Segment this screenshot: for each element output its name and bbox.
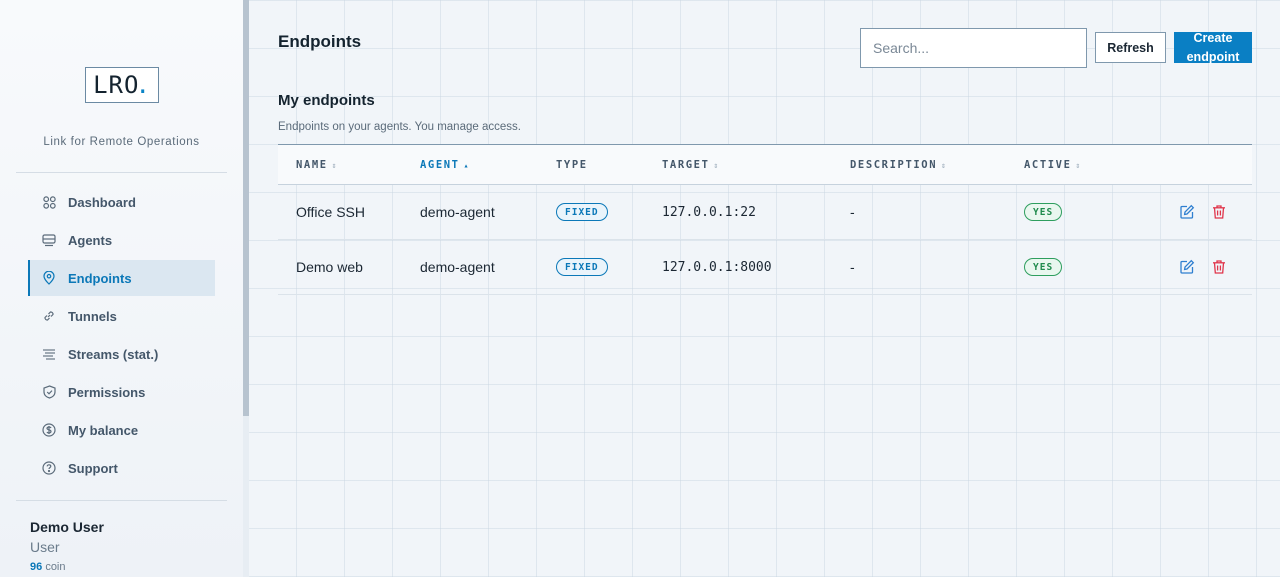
sort-icon: ⇕	[331, 161, 337, 170]
sidebar-item-label: Endpoints	[68, 270, 132, 286]
cell-description: -	[850, 204, 855, 220]
sidebar-item-streams[interactable]: Streams (stat.)	[28, 336, 215, 372]
column-label: ACTIVE	[1024, 159, 1072, 171]
balance-value: 96	[30, 561, 43, 573]
logo-text: LRO	[93, 71, 140, 99]
section-title: My endpoints	[278, 92, 375, 109]
sort-icon: ⇕	[941, 161, 946, 170]
logo-dot: .	[135, 71, 151, 99]
sidebar-item-label: Streams (stat.)	[68, 346, 159, 362]
agents-icon	[42, 233, 56, 247]
sidebar-item-permissions[interactable]: Permissions	[28, 374, 215, 410]
sidebar-item-label: Agents	[68, 232, 113, 248]
user-role: User	[30, 539, 60, 555]
column-label: NAME	[296, 159, 328, 171]
sidebar-item-label: Tunnels	[68, 308, 117, 324]
sidebar-divider	[16, 172, 227, 173]
sidebar-item-label: Support	[68, 460, 118, 476]
cell-agent: demo-agent	[420, 204, 495, 220]
sidebar-nav: Dashboard Agents Endpoints Tunnels Strea…	[28, 184, 215, 488]
cell-name: Demo web	[296, 259, 363, 275]
cell-description: -	[850, 259, 855, 275]
cell-target: 127.0.0.1:8000	[662, 260, 772, 275]
column-header-description[interactable]: DESCRIPTION ⇕	[850, 159, 946, 171]
sidebar-item-agents[interactable]: Agents	[28, 222, 215, 258]
user-info[interactable]: Demo User User 96 coin	[30, 519, 104, 573]
shield-icon	[42, 385, 56, 399]
refresh-button[interactable]: Refresh	[1095, 32, 1166, 63]
streams-icon	[42, 347, 56, 361]
table-row: Office SSH demo-agent FIXED 127.0.0.1:22…	[278, 185, 1252, 240]
column-label: TARGET	[662, 159, 710, 171]
column-label: TYPE	[556, 159, 588, 171]
sidebar-item-endpoints[interactable]: Endpoints	[28, 260, 215, 296]
column-header-agent[interactable]: AGENT ▴	[420, 159, 468, 171]
section-subtitle: Endpoints on your agents. You manage acc…	[278, 121, 521, 133]
column-header-name[interactable]: NAME ⇕	[296, 159, 337, 171]
link-icon	[42, 309, 56, 323]
type-badge: FIXED	[556, 203, 608, 221]
search-input[interactable]	[860, 28, 1087, 68]
column-header-active[interactable]: ACTIVE ⇕	[1024, 159, 1080, 171]
dashboard-icon	[42, 195, 56, 209]
sidebar-item-label: My balance	[68, 422, 139, 438]
column-label: AGENT	[420, 159, 460, 171]
create-endpoint-button[interactable]: Create endpoint	[1174, 31, 1252, 64]
column-header-target[interactable]: TARGET ⇕	[662, 159, 718, 171]
user-name: Demo User	[30, 519, 104, 535]
active-badge: YES	[1024, 203, 1063, 221]
delete-icon[interactable]	[1211, 259, 1227, 275]
cell-target: 127.0.0.1:22	[662, 205, 756, 220]
endpoints-table: NAME ⇕ AGENT ▴ TYPE TARGET ⇕ DESCRIPTION ⇕ A…	[278, 144, 1252, 295]
active-badge: YES	[1024, 258, 1063, 276]
sidebar-item-support[interactable]: Support	[28, 450, 215, 486]
page-title: Endpoints	[278, 32, 362, 51]
sort-icon: ⇕	[1075, 161, 1081, 170]
column-label: DESCRIPTION	[850, 159, 938, 171]
user-balance: 96 coin	[30, 561, 104, 573]
location-pin-icon	[42, 271, 56, 285]
edit-icon[interactable]	[1179, 259, 1195, 275]
sidebar: LRO. Link for Remote Operations Dashboar…	[0, 0, 243, 577]
brand-logo[interactable]: LRO.	[85, 67, 159, 103]
sidebar-item-my-balance[interactable]: My balance	[28, 412, 215, 448]
column-header-type: TYPE	[556, 159, 588, 171]
sidebar-item-label: Permissions	[68, 384, 146, 400]
sidebar-divider	[16, 500, 227, 501]
sidebar-item-label: Dashboard	[68, 194, 136, 210]
cell-agent: demo-agent	[420, 259, 495, 275]
balance-unit: coin	[45, 561, 66, 573]
dollar-icon	[42, 423, 56, 437]
type-badge: FIXED	[556, 258, 608, 276]
sidebar-item-tunnels[interactable]: Tunnels	[28, 298, 215, 334]
table-header: NAME ⇕ AGENT ▴ TYPE TARGET ⇕ DESCRIPTION ⇕ A…	[278, 144, 1252, 185]
sort-ascending-icon: ▴	[463, 161, 469, 170]
sidebar-item-dashboard[interactable]: Dashboard	[28, 184, 215, 220]
table-row: Demo web demo-agent FIXED 127.0.0.1:8000…	[278, 240, 1252, 295]
edit-icon[interactable]	[1179, 204, 1195, 220]
brand-tagline: Link for Remote Operations	[43, 136, 200, 148]
main-content: Endpoints Refresh Create endpoint My end…	[249, 0, 1280, 577]
cell-name: Office SSH	[296, 204, 365, 220]
sort-icon: ⇕	[713, 161, 719, 170]
delete-icon[interactable]	[1211, 204, 1227, 220]
help-icon	[42, 461, 56, 475]
